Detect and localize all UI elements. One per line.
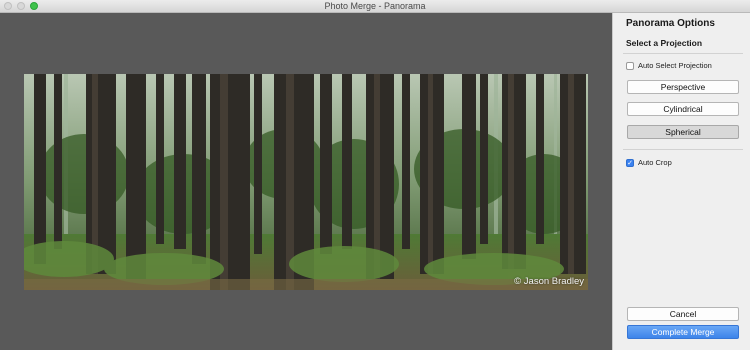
window-title: Photo Merge - Panorama (324, 1, 426, 11)
perspective-button[interactable]: Perspective (627, 80, 739, 94)
auto-crop-checkbox[interactable]: ✓ (626, 158, 634, 167)
copyright-watermark: © Jason Bradley (514, 276, 584, 287)
options-panel: Panorama Options Select a Projection Aut… (612, 13, 750, 350)
auto-crop-label: Auto Crop (638, 158, 672, 167)
auto-select-projection-checkbox[interactable] (626, 61, 634, 70)
auto-select-projection-label: Auto Select Projection (638, 61, 712, 70)
projection-heading: Select a Projection (626, 38, 703, 48)
spherical-button[interactable]: Spherical (627, 125, 739, 139)
divider (623, 149, 743, 150)
preview-area: © Jason Bradley (0, 13, 612, 350)
cylindrical-button[interactable]: Cylindrical (627, 102, 739, 116)
complete-merge-button[interactable]: Complete Merge (627, 325, 739, 339)
auto-select-projection-row[interactable]: Auto Select Projection (626, 61, 712, 70)
panorama-preview-image: © Jason Bradley (24, 74, 588, 290)
title-bar: Photo Merge - Panorama (0, 0, 750, 13)
cancel-button[interactable]: Cancel (627, 307, 739, 321)
divider (623, 53, 743, 54)
auto-crop-row[interactable]: ✓ Auto Crop (626, 158, 672, 167)
forest-photo (24, 74, 588, 290)
panel-title: Panorama Options (626, 18, 715, 29)
